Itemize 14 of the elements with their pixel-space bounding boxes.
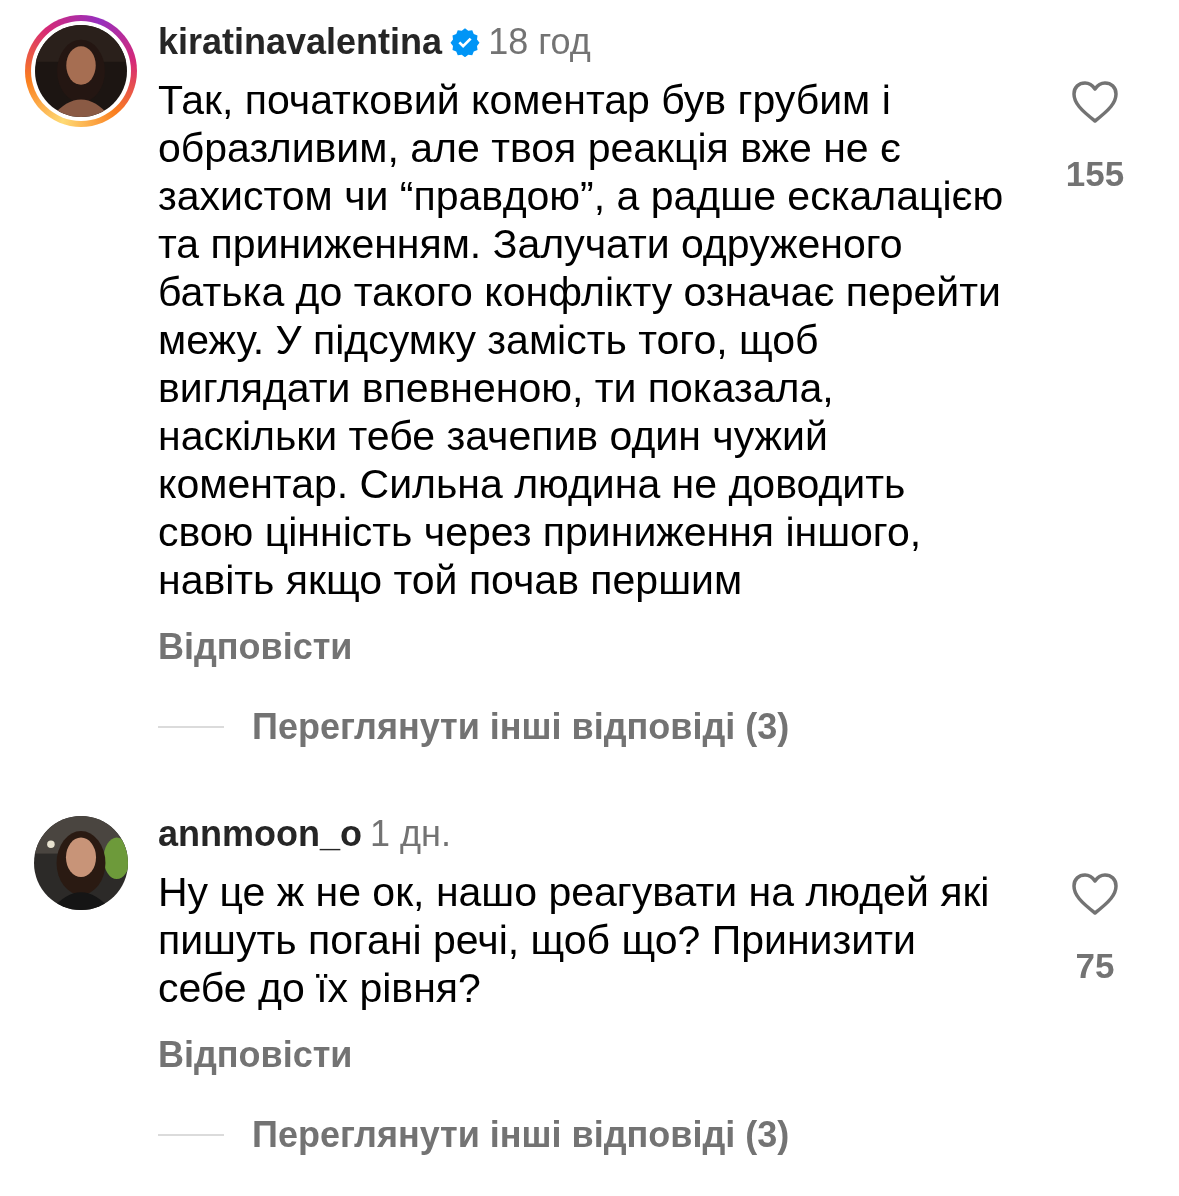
comment-text: Так, початковий коментар був грубим і образливим, але твоя реакція вже не є захистом чи “правдою”, а радше ескалацією та приниженням. Залучати одруженого батька до такого конфлікту означає перейти межу. У підсумку замість того, щоб виглядати впевненою, ти показала, наскільки тебе зачепив один чужий коментар. Сильна людина не доводить свою цінність через приниження іншого, навіть якщо той почав першим [158,76,1005,604]
like-button[interactable] [1071,872,1119,916]
view-replies-link[interactable]: Переглянути інші відповіді (3) [252,706,790,748]
reply-link[interactable]: Відповісти [158,1034,353,1076]
username[interactable]: kiratinavalentina [158,21,443,63]
like-count: 155 [1065,154,1125,194]
comment-text: Ну це ж не ок, нашо реагувати на людей які пишуть погані речі, щоб що? Принизити себе до їх рівня? [158,868,991,1012]
reply-link[interactable]: Відповісти [158,626,353,668]
username[interactable]: annmoon_o [158,813,362,855]
timestamp: 18 год [488,21,591,63]
timestamp: 1 дн. [370,813,451,855]
like-button[interactable] [1071,80,1119,124]
like-count: 75 [1075,946,1115,986]
view-replies-link[interactable]: Переглянути інші відповіді (3) [252,1114,790,1156]
